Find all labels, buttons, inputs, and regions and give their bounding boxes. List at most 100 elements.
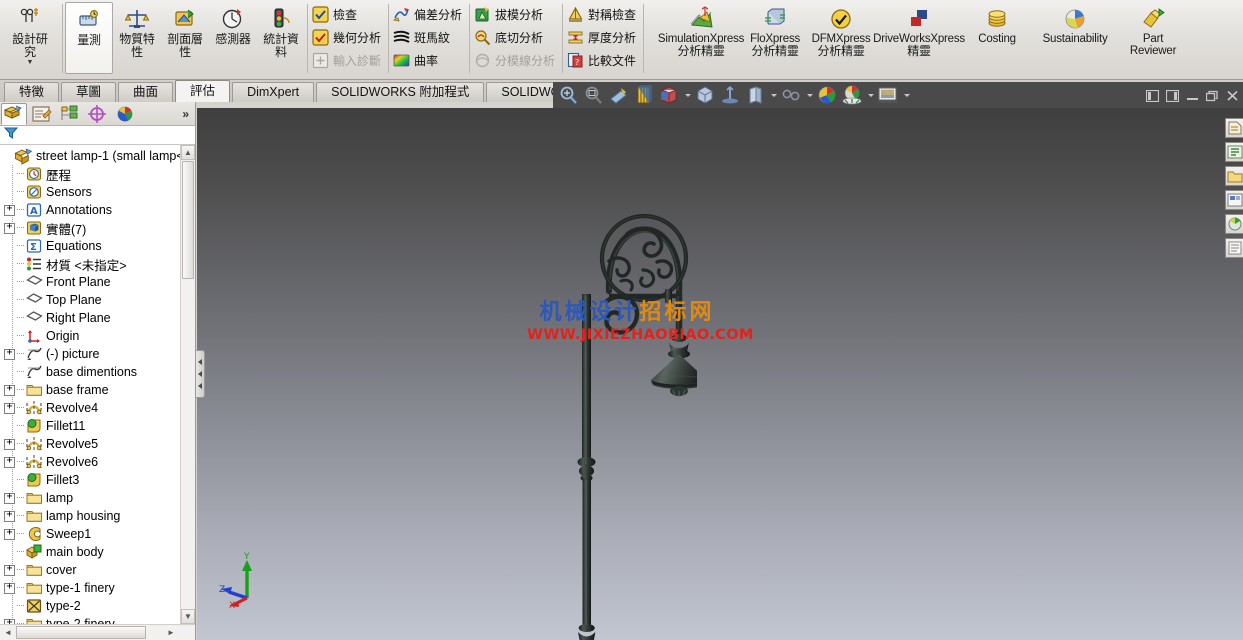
tree-item-1[interactable]: Sensors — [2, 183, 195, 201]
sustainability-button[interactable]: Sustainability — [1032, 2, 1118, 76]
simulationxpress-button[interactable]: SimulationXpress 分析精靈 — [658, 2, 744, 76]
design-library-icon[interactable] — [1225, 142, 1243, 162]
configuration-manager-icon[interactable] — [57, 103, 83, 125]
tree-item-15[interactable]: Revolve5 — [2, 435, 195, 453]
previous-view-icon[interactable] — [607, 84, 631, 106]
tab-features[interactable]: 特徵 — [4, 82, 60, 102]
curvature-button[interactable]: 曲率 — [391, 49, 467, 71]
tree-item-19[interactable]: lamp housing — [2, 507, 195, 525]
appearances-scenes-icon[interactable] — [1225, 214, 1243, 234]
tree-item-14[interactable]: Fillet11 — [2, 417, 195, 435]
tree-item-20[interactable]: Sweep1 — [2, 525, 195, 543]
zoom-fit-icon[interactable] — [557, 84, 581, 106]
tree-item-0[interactable]: 歷程 — [2, 165, 195, 183]
tree-item-18[interactable]: lamp — [2, 489, 195, 507]
tree-expander[interactable] — [2, 151, 13, 162]
dock-right-icon[interactable] — [1165, 89, 1180, 103]
tree-item-21[interactable]: main body — [2, 543, 195, 561]
apply-scene-icon[interactable] — [779, 84, 803, 106]
tree-hscroll-thumb[interactable] — [16, 626, 146, 639]
tree-expander[interactable] — [4, 490, 15, 504]
tree-item-23[interactable]: type-1 finery — [2, 579, 195, 597]
zebra-stripes-button[interactable]: 斑馬紋 — [391, 26, 467, 48]
tree-expander[interactable] — [4, 508, 15, 522]
driveworksxpress-button[interactable]: DriveWorksXpress 精靈 — [873, 2, 965, 76]
compare-documents-button[interactable]: ? 比較文件 — [565, 49, 641, 71]
sensor-button[interactable]: 感測器 — [209, 2, 257, 76]
panel-splitter-handle[interactable] — [196, 350, 205, 398]
tree-item-11[interactable]: base dimentions — [2, 363, 195, 381]
appearances-caret-icon[interactable] — [865, 84, 876, 106]
section-properties-button[interactable]: 剖面層 性 — [161, 2, 209, 76]
tree-scroll-down-button[interactable]: ▼ — [181, 609, 195, 624]
tree-item-8[interactable]: Right Plane — [2, 309, 195, 327]
hide-show-icon[interactable] — [718, 84, 742, 106]
thickness-analysis-button[interactable]: 厚度分析 — [565, 26, 641, 48]
tree-horizontal-scrollbar[interactable]: ◄ ► — [0, 624, 195, 640]
floxpress-button[interactable]: FloXpress 分析精靈 — [744, 2, 806, 76]
tree-scroll-thumb[interactable] — [182, 161, 194, 279]
draft-analysis-button[interactable]: 拔模分析 — [472, 3, 560, 25]
tree-scroll-up-button[interactable]: ▲ — [181, 145, 195, 160]
tab-sketch[interactable]: 草圖 — [61, 82, 117, 102]
mass-properties-button[interactable]: 物質特 性 — [113, 2, 161, 76]
costing-button[interactable]: Costing — [962, 2, 1032, 76]
tree-root-item[interactable]: street lamp-1 (small lamp<· — [2, 147, 195, 165]
custom-properties-icon[interactable] — [1225, 238, 1243, 258]
zoom-area-icon[interactable] — [582, 84, 606, 106]
display-style-icon[interactable] — [693, 84, 717, 106]
deviation-analysis-button[interactable]: 偏差分析 — [391, 3, 467, 25]
tree-item-5[interactable]: 材質 <未指定> — [2, 255, 195, 273]
scene-backdrop-caret-icon[interactable] — [901, 84, 912, 106]
property-manager-icon[interactable] — [29, 103, 55, 125]
symmetry-check-button[interactable]: 對稱檢查 — [565, 3, 641, 25]
tree-item-9[interactable]: Origin — [2, 327, 195, 345]
measure-button[interactable]: 量測 — [65, 2, 113, 74]
tab-surfaces[interactable]: 曲面 — [118, 82, 174, 102]
scene-backdrop-icon[interactable] — [876, 84, 900, 106]
edit-appearance-caret-icon[interactable] — [768, 84, 779, 106]
view-settings-icon[interactable] — [815, 84, 839, 106]
view-palette-icon[interactable] — [1225, 190, 1243, 210]
street-lamp-model[interactable] — [557, 166, 708, 640]
tree-expander[interactable] — [4, 454, 15, 468]
design-study-button[interactable]: 設計研 究 ▼ — [0, 2, 60, 76]
dock-left-icon[interactable] — [1145, 89, 1160, 103]
tree-item-6[interactable]: Front Plane — [2, 273, 195, 291]
tree-expander[interactable] — [4, 436, 15, 450]
view-orientation-icon[interactable] — [657, 84, 681, 106]
statistics-button[interactable]: 統計資 料 — [257, 2, 305, 76]
tree-expander[interactable] — [4, 400, 15, 414]
tree-expander[interactable] — [4, 382, 15, 396]
tree-expander[interactable] — [4, 562, 15, 576]
restore-icon[interactable] — [1205, 89, 1219, 102]
parting-line-analysis-button[interactable]: 分模線分析 — [472, 49, 560, 71]
dfmxpress-button[interactable]: DFMXpress 分析精靈 — [806, 2, 876, 76]
appearances-icon[interactable] — [840, 84, 864, 106]
edit-appearance-icon[interactable] — [743, 84, 767, 106]
apply-scene-caret-icon[interactable] — [804, 84, 815, 106]
minimize-icon[interactable] — [1186, 89, 1199, 101]
tree-vertical-scrollbar[interactable]: ▲ ▼ — [180, 145, 195, 624]
feature-tree-icon[interactable] — [1, 102, 27, 125]
dimxpert-manager-icon[interactable] — [85, 103, 111, 125]
tree-expander[interactable] — [4, 220, 15, 234]
check-button[interactable]: 檢查 — [310, 3, 386, 25]
close-icon[interactable] — [1226, 89, 1239, 101]
tab-dimxpert[interactable]: DimXpert — [232, 82, 315, 102]
tree-item-13[interactable]: Revolve4 — [2, 399, 195, 417]
tree-item-3[interactable]: 實體(7) — [2, 219, 195, 237]
tree-item-2[interactable]: A Annotations — [2, 201, 195, 219]
design-study-caret-icon[interactable]: ▼ — [27, 59, 34, 66]
geometry-analysis-button[interactable]: 幾何分析 — [310, 26, 386, 48]
import-diagnostics-button[interactable]: 輸入診斷 — [310, 49, 386, 71]
display-manager-icon[interactable] — [113, 103, 139, 125]
tree-item-24[interactable]: type-2 — [2, 597, 195, 615]
sw-resources-icon[interactable] — [1225, 118, 1243, 138]
manager-tabs-overflow[interactable]: » — [182, 107, 189, 121]
tree-expander[interactable] — [4, 346, 15, 360]
tree-expander[interactable] — [4, 526, 15, 540]
undercut-analysis-button[interactable]: 底切分析 — [472, 26, 560, 48]
tree-item-17[interactable]: Fillet3 — [2, 471, 195, 489]
part-reviewer-button[interactable]: Part Reviewer — [1118, 2, 1188, 76]
